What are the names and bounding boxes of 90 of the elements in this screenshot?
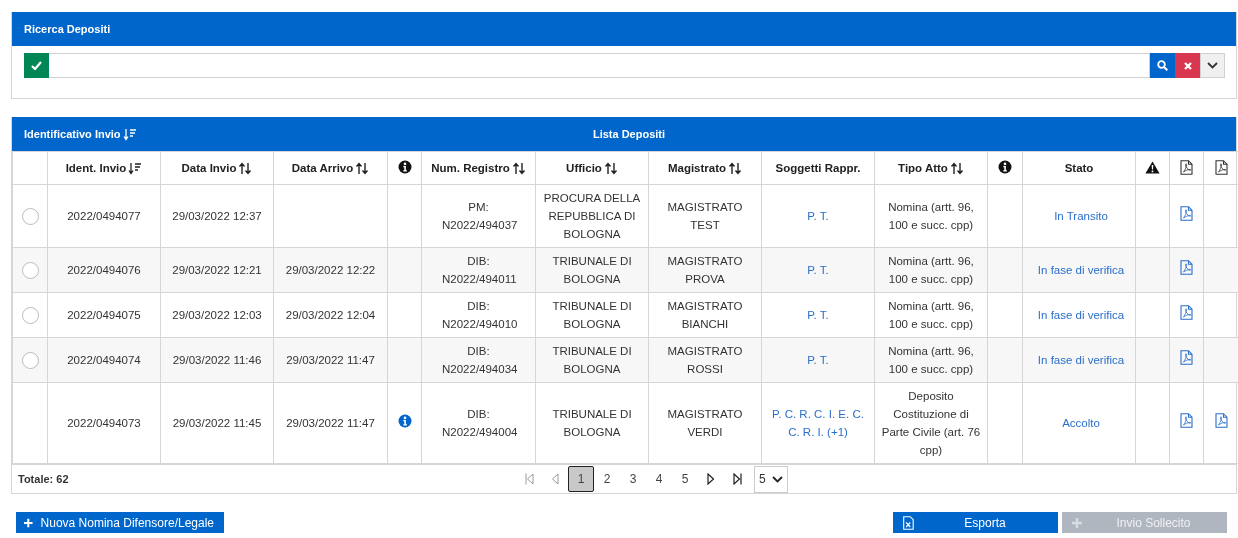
previous-page-icon[interactable] (551, 473, 559, 485)
panel-header: Ricerca Depositi (12, 12, 1236, 46)
table-cell-text: Nomina (artt. 96, 100 e succ. cpp) (887, 344, 975, 377)
pdf-icon (1214, 159, 1228, 175)
page-button[interactable]: 5 (672, 466, 698, 492)
panel-title: Lista Depositi (591, 128, 667, 140)
pdf-icon[interactable] (1214, 413, 1228, 428)
search-icon (1157, 60, 1168, 71)
table-cell-text: MAGISTRATO VERDI (666, 407, 744, 440)
info-icon (998, 160, 1012, 174)
pdf-icon[interactable] (1180, 305, 1193, 320)
table-cell: 2022/0494074 (67, 354, 141, 366)
action-button[interactable]: Nuova Nomina Difensore/Legale (16, 512, 224, 533)
radio-button[interactable] (21, 307, 39, 325)
table-cell-text: DIB: N2022/494004 (442, 407, 515, 440)
clear-button[interactable] (1175, 53, 1200, 78)
radio-button[interactable] (21, 262, 39, 280)
pdf-icon[interactable] (1180, 350, 1193, 365)
warning-icon (1145, 160, 1160, 174)
search-button[interactable] (1150, 53, 1175, 78)
page-size-select[interactable]: 5 (754, 465, 788, 493)
table-cell-text: DIB: N2022/494010 (442, 299, 515, 332)
table-cell: 29/03/2022 12:04 (285, 309, 376, 321)
radio-button[interactable] (21, 208, 39, 226)
spreadsheet-file-icon (903, 515, 914, 530)
plus-icon (1072, 517, 1082, 528)
first-page-icon[interactable] (524, 473, 534, 485)
column-header[interactable]: Magistrato (648, 151, 762, 185)
table-cell-text: MAGISTRATO PROVA (666, 254, 744, 287)
column-header[interactable]: Stato (1022, 151, 1136, 185)
column-header[interactable]: Num. Registro (421, 151, 536, 185)
caret-icon (1207, 62, 1218, 69)
pdf-icon[interactable] (1180, 260, 1193, 275)
column-header[interactable]: Tipo Atto (874, 151, 988, 185)
column-header[interactable]: Data Arrivo (273, 151, 388, 185)
table-cell-text: Nomina (artt. 96, 100 e succ. cpp) (887, 299, 975, 332)
table-cell-text: TRIBUNALE DI BOLOGNA (551, 254, 633, 287)
table-cell-text: DIB: N2022/494034 (442, 344, 515, 377)
table-cell: 29/03/2022 11:45 (172, 417, 262, 429)
page-button[interactable]: 4 (646, 466, 672, 492)
page-button[interactable]: 1 (568, 466, 594, 492)
table-cell: 29/03/2022 12:03 (172, 309, 262, 321)
table-cell-text: TRIBUNALE DI BOLOGNA (551, 407, 633, 440)
pdf-icon[interactable] (1180, 413, 1193, 428)
last-page-icon[interactable] (732, 473, 742, 485)
search-field[interactable] (49, 53, 1150, 78)
table-cell-text: MAGISTRATO TEST (666, 200, 744, 233)
page-button[interactable]: 3 (620, 466, 646, 492)
next-page-icon[interactable] (707, 473, 715, 485)
table-cell: 29/03/2022 12:22 (285, 264, 376, 276)
info-icon (397, 160, 412, 174)
radio-button[interactable] (21, 352, 39, 370)
status-link[interactable]: In Transito (1054, 210, 1108, 222)
confirm-button[interactable] (24, 53, 49, 78)
sort-descending-icon (122, 127, 137, 141)
status-link[interactable]: Accolto (1062, 417, 1100, 429)
dropdown-button[interactable] (1200, 53, 1225, 78)
table-cell: 2022/0494077 (67, 210, 141, 222)
table-cell-text: TRIBUNALE DI BOLOGNA (551, 344, 633, 377)
table-cell-text: Deposito Costituzione di Parte Civile (art. 76 cpp) (881, 389, 981, 458)
table-cell-text: PROCURA DELLA REPUBBLICA DI BOLOGNA (542, 191, 642, 242)
table-cell-text: Nomina (artt. 96, 100 e succ. cpp) (887, 254, 975, 287)
table-cell-text: MAGISTRATO ROSSI (666, 344, 744, 377)
table-cell: 29/03/2022 12:21 (172, 264, 262, 276)
table-cell: 29/03/2022 12:37 (172, 210, 262, 222)
table-cell: 2022/0494076 (67, 264, 141, 276)
table-cell-text: PM: N2022/494037 (442, 200, 515, 233)
action-button[interactable]: Esporta (893, 512, 1058, 533)
column-header[interactable]: Ufficio (535, 151, 649, 185)
column-header[interactable]: Ident. Invio (47, 151, 161, 185)
table-cell: 29/03/2022 11:46 (172, 354, 262, 366)
page-button[interactable]: 2 (594, 466, 620, 492)
pdf-icon[interactable] (1180, 206, 1193, 221)
table-cell-text: TRIBUNALE DI BOLOGNA (551, 299, 633, 332)
column-header[interactable]: Data Invio (160, 151, 274, 185)
close-icon (1183, 61, 1192, 70)
caret-icon (771, 475, 783, 483)
table-cell-text: Nomina (artt. 96, 100 e succ. cpp) (887, 200, 975, 233)
table-cell-text: DIB: N2022/494011 (442, 254, 515, 287)
column-header[interactable]: Soggetti Rappr. (761, 151, 875, 185)
check-icon (31, 61, 42, 70)
table-cell: 29/03/2022 11:47 (286, 417, 375, 429)
table-cell-text: MAGISTRATO BIANCHI (666, 299, 744, 332)
sort-label[interactable]: Identificativo Invio (24, 128, 121, 140)
table-cell: 2022/0494075 (67, 309, 141, 321)
table-cell: 29/03/2022 11:47 (286, 354, 375, 366)
pdf-icon (1180, 159, 1193, 175)
total-count: Totale: 62 (18, 473, 70, 485)
plus-icon (24, 517, 33, 528)
table-cell: 2022/0494073 (67, 417, 141, 429)
